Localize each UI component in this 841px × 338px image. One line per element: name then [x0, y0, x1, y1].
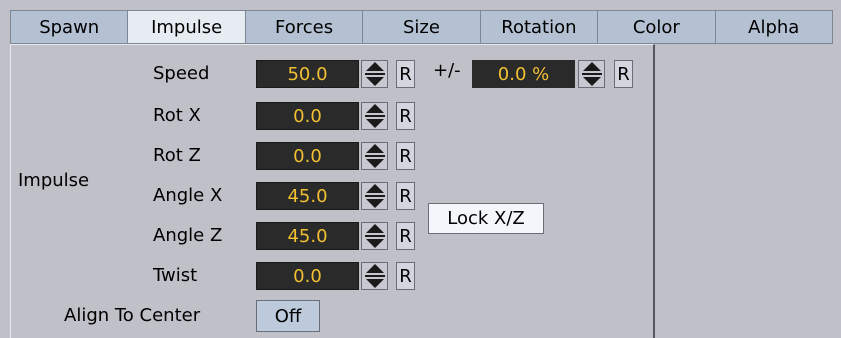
variance-label: +/- [433, 60, 461, 81]
speed-spinner-icon[interactable] [361, 60, 388, 88]
variance-reset-button[interactable]: R [614, 60, 633, 88]
rot-x-spinner-icon[interactable] [361, 102, 388, 130]
speed-reset-button[interactable]: R [396, 60, 415, 88]
tab-color[interactable]: Color [598, 11, 716, 43]
twist-label: Twist [153, 265, 198, 286]
angle-x-field[interactable]: 45.0 [256, 182, 359, 210]
angle-z-label: Angle Z [153, 225, 223, 246]
rot-z-spinner-icon[interactable] [361, 142, 388, 170]
rot-z-label: Rot Z [153, 145, 201, 166]
twist-spinner-icon[interactable] [361, 262, 388, 290]
rot-z-field[interactable]: 0.0 [256, 142, 359, 170]
angle-z-reset-button[interactable]: R [396, 222, 415, 250]
variance-spinner-icon[interactable] [578, 60, 605, 88]
tab-rotation[interactable]: Rotation [481, 11, 599, 43]
twist-field[interactable]: 0.0 [256, 262, 359, 290]
tab-alpha[interactable]: Alpha [716, 11, 832, 43]
tab-bar: Spawn Impulse Forces Size Rotation Color… [10, 10, 833, 44]
rot-x-field[interactable]: 0.0 [256, 102, 359, 130]
speed-label: Speed [153, 63, 210, 84]
angle-x-spinner-icon[interactable] [361, 182, 388, 210]
tab-size[interactable]: Size [363, 11, 481, 43]
group-label-impulse: Impulse [18, 170, 90, 191]
twist-reset-button[interactable]: R [396, 262, 415, 290]
angle-x-label: Angle X [153, 185, 223, 206]
rot-z-reset-button[interactable]: R [396, 142, 415, 170]
lock-xz-button[interactable]: Lock X/Z [428, 203, 544, 234]
align-to-center-toggle[interactable]: Off [256, 300, 320, 332]
angle-x-reset-button[interactable]: R [396, 182, 415, 210]
angle-z-spinner-icon[interactable] [361, 222, 388, 250]
align-to-center-label: Align To Center [64, 305, 201, 326]
tab-spawn[interactable]: Spawn [11, 11, 129, 43]
variance-field[interactable]: 0.0 % [472, 60, 575, 88]
angle-z-field[interactable]: 45.0 [256, 222, 359, 250]
rot-x-label: Rot X [153, 105, 201, 126]
tab-forces[interactable]: Forces [246, 11, 364, 43]
tab-impulse[interactable]: Impulse [128, 11, 246, 43]
rot-x-reset-button[interactable]: R [396, 102, 415, 130]
speed-field[interactable]: 50.0 [256, 60, 359, 88]
